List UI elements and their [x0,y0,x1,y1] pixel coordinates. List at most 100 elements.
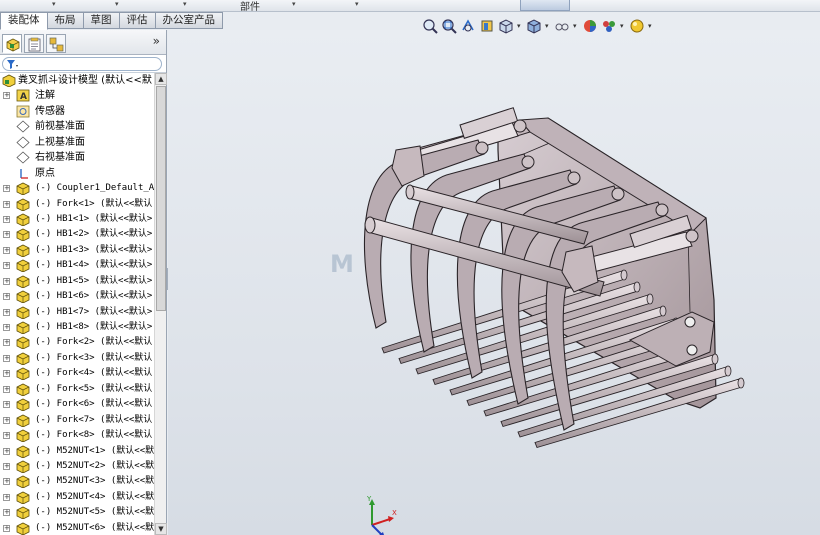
tree-item[interactable]: + (-) HB1<3> (默认<<默认> [0,243,154,258]
expand-toggle-icon[interactable]: + [3,185,10,193]
expand-toggle-icon[interactable]: + [3,524,10,532]
tine-collar [737,377,745,389]
tree-item[interactable]: + (-) HB1<5> (默认<<默认> [0,274,154,289]
tab-layout[interactable]: 布局 [47,12,84,29]
tree-item[interactable]: + (-) HB1<1> (默认<<默认> [0,212,154,227]
grab-bucket-model[interactable]: BAGGER M [168,30,820,535]
tree-item[interactable]: + (-) Coupler1_Default_As [0,181,154,196]
tree-item[interactable]: + (-) Fork<6> (默认<<默认 [0,397,154,412]
expand-toggle-icon[interactable]: + [3,493,10,501]
expand-toggle-icon[interactable]: + [3,339,10,347]
tree-item[interactable]: 原点 [0,166,154,181]
dropdown-arrow-icon[interactable]: ▾ [292,0,296,8]
expand-toggle-icon[interactable]: + [3,246,10,254]
tab-office-products[interactable]: 办公室产品 [155,12,223,29]
tree-filter-input[interactable] [2,57,162,71]
tree-item[interactable]: 传感器 [0,104,154,119]
expand-toggle-icon[interactable]: + [3,447,10,455]
dropdown-arrow-icon[interactable]: ▾ [115,0,119,8]
expand-toggle-icon[interactable]: + [3,215,10,223]
expand-toggle-icon[interactable]: + [3,462,10,470]
scroll-thumb[interactable] [156,86,166,311]
expand-toggle-icon[interactable]: + [3,432,10,440]
tree-item[interactable]: + (-) Fork<1> (默认<<默认 [0,197,154,212]
tree-item[interactable]: + A 注解 [0,88,154,103]
expand-toggle-icon[interactable]: + [3,200,10,208]
toolbar-tab-button[interactable] [520,0,570,11]
view-orientation-dropdown[interactable]: ▾ [517,18,523,34]
tree-item[interactable]: + (-) Fork<4> (默认<<默认 [0,366,154,381]
view-settings-button[interactable] [629,18,645,34]
tree-item[interactable]: 前视基准面 [0,119,154,134]
edit-appearance-button[interactable] [582,18,598,34]
expand-toggle-icon[interactable]: + [3,354,10,362]
tree-item-label: (-) M52NUT<1> (默认<<默 [35,445,154,456]
tree-item[interactable]: + (-) HB1<6> (默认<<默认> [0,289,154,304]
expand-toggle-icon[interactable]: + [3,231,10,239]
hide-show-items-button[interactable] [554,18,570,34]
panel-expand-toggle[interactable]: » [153,34,160,48]
tree-item[interactable]: + (-) HB1<4> (默认<<默认> [0,258,154,273]
previous-view-button[interactable] [460,18,476,34]
expand-toggle-icon[interactable]: + [3,293,10,301]
display-style-dropdown[interactable]: ▾ [545,18,551,34]
display-style-button[interactable] [526,18,542,34]
z-axis-icon [371,524,383,535]
tree-root-item[interactable]: 粪叉抓斗设计模型 (默认<<默 [0,73,154,88]
expand-toggle-icon[interactable]: + [3,385,10,393]
hide-show-items-dropdown[interactable]: ▾ [573,18,579,34]
expand-toggle-icon[interactable]: + [3,92,10,100]
apply-scene-dropdown[interactable]: ▾ [620,18,626,34]
scroll-down-button[interactable]: ▼ [155,523,167,535]
dropdown-arrow-icon[interactable]: ▾ [52,0,56,8]
zoom-to-fit-button[interactable] [422,18,438,34]
expand-toggle-icon[interactable]: + [3,370,10,378]
tree-item[interactable]: + (-) HB1<8> (默认<<默认> [0,320,154,335]
expand-toggle-icon[interactable]: + [3,509,10,517]
section-view-button[interactable] [479,18,495,34]
tree-scrollbar[interactable]: ▲ ▼ [154,73,167,535]
tine-collar [659,305,667,317]
tree-item[interactable]: + (-) M52NUT<6> (默认<<默 [0,521,154,535]
expand-toggle-icon[interactable]: + [3,478,10,486]
apply-scene-button[interactable] [601,18,617,34]
tab-feature-manager[interactable] [2,34,22,53]
part-icon [16,398,30,412]
tree-item[interactable]: + (-) HB1<2> (默认<<默认> [0,227,154,242]
dropdown-arrow-icon[interactable]: ▾ [183,0,187,8]
tree-item[interactable]: + (-) M52NUT<3> (默认<<默 [0,474,154,489]
tree-item[interactable]: + (-) Fork<7> (默认<<默认 [0,413,154,428]
tab-assembly[interactable]: 装配体 [0,12,48,30]
tab-evaluate[interactable]: 评估 [119,12,156,29]
scroll-up-button[interactable]: ▲ [155,73,167,85]
tree-item[interactable]: + (-) Fork<3> (默认<<默认 [0,351,154,366]
expand-toggle-icon[interactable]: + [3,308,10,316]
view-orientation-button[interactable] [498,18,514,34]
tree-item[interactable]: + (-) Fork<2> (默认<<默认 [0,335,154,350]
tree-item[interactable]: 右视基准面 [0,150,154,165]
zoom-area-button[interactable] [441,18,457,34]
tree-item[interactable]: + (-) M52NUT<1> (默认<<默 [0,444,154,459]
view-orientation-icon [499,19,513,34]
view-settings-dropdown[interactable]: ▾ [648,18,654,34]
expand-toggle-icon[interactable]: + [3,416,10,424]
expand-toggle-icon[interactable]: + [3,324,10,331]
part-icon [16,306,30,320]
part-icon [16,460,30,474]
hinge-pin [655,203,669,217]
expand-toggle-icon[interactable]: + [3,262,10,270]
tab-sketch[interactable]: 草图 [83,12,120,29]
tab-configuration-manager[interactable] [46,34,66,53]
tree-item[interactable]: + (-) Fork<5> (默认<<默认 [0,382,154,397]
graphics-viewport[interactable]: BAGGER M [168,30,820,535]
tree-item[interactable]: + (-) HB1<7> (默认<<默认> [0,305,154,320]
tree-item[interactable]: 上视基准面 [0,135,154,150]
expand-toggle-icon[interactable]: + [3,277,10,285]
tree-item[interactable]: + (-) M52NUT<4> (默认<<默 [0,490,154,505]
tree-item[interactable]: + (-) M52NUT<2> (默认<<默 [0,459,154,474]
tree-item[interactable]: + (-) M52NUT<5> (默认<<默 [0,505,154,520]
expand-toggle-icon[interactable]: + [3,401,10,409]
dropdown-arrow-icon[interactable]: ▾ [355,0,359,8]
tab-property-manager[interactable] [24,34,44,53]
tree-item[interactable]: + (-) Fork<8> (默认<<默认 [0,428,154,443]
